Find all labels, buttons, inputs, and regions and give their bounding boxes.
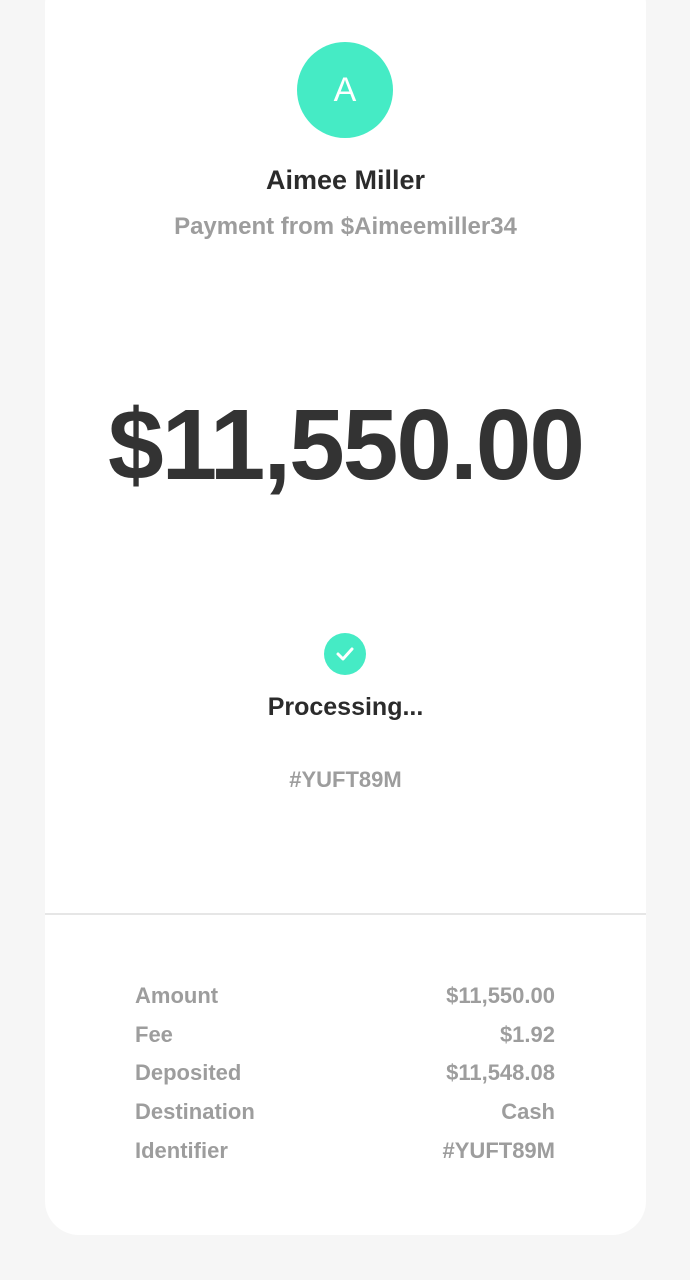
payment-subtitle: Payment from $Aimeemiller34 xyxy=(174,213,517,240)
detail-value: $11,548.08 xyxy=(446,1060,555,1086)
detail-value: Cash xyxy=(501,1099,555,1125)
avatar-initial: A xyxy=(333,70,357,109)
transaction-id: #YUFT89M xyxy=(289,767,402,792)
receipt-card: A Aimee Miller Payment from $Aimeemiller… xyxy=(45,0,646,1235)
detail-value: #YUFT89M xyxy=(442,1137,555,1163)
detail-value: $11,550.00 xyxy=(446,983,555,1008)
divider xyxy=(45,913,646,915)
avatar: A xyxy=(297,42,393,138)
detail-row-amount: Amount $11,550.00 xyxy=(135,983,555,1022)
detail-label: Deposited xyxy=(135,1060,242,1086)
sender-name: Aimee Miller xyxy=(265,165,426,195)
detail-value: $1.92 xyxy=(499,1021,555,1047)
detail-label: Fee xyxy=(135,1021,173,1047)
detail-row-destination: Destination Cash xyxy=(135,1099,555,1138)
payment-status: Processing... xyxy=(267,693,424,721)
detail-row-deposited: Deposited $11,548.08 xyxy=(135,1060,555,1099)
details-list: Amount $11,550.00 Fee $1.92 Deposited $1… xyxy=(135,983,555,1176)
detail-row-fee: Fee $1.92 xyxy=(135,1022,555,1061)
detail-row-identifier: Identifier #YUFT89M xyxy=(135,1138,555,1177)
detail-label: Identifier xyxy=(135,1137,228,1163)
detail-label: Amount xyxy=(135,983,219,1008)
detail-label: Destination xyxy=(135,1099,255,1125)
check-icon xyxy=(324,633,366,675)
payment-amount: $11,550.00 xyxy=(108,389,585,501)
